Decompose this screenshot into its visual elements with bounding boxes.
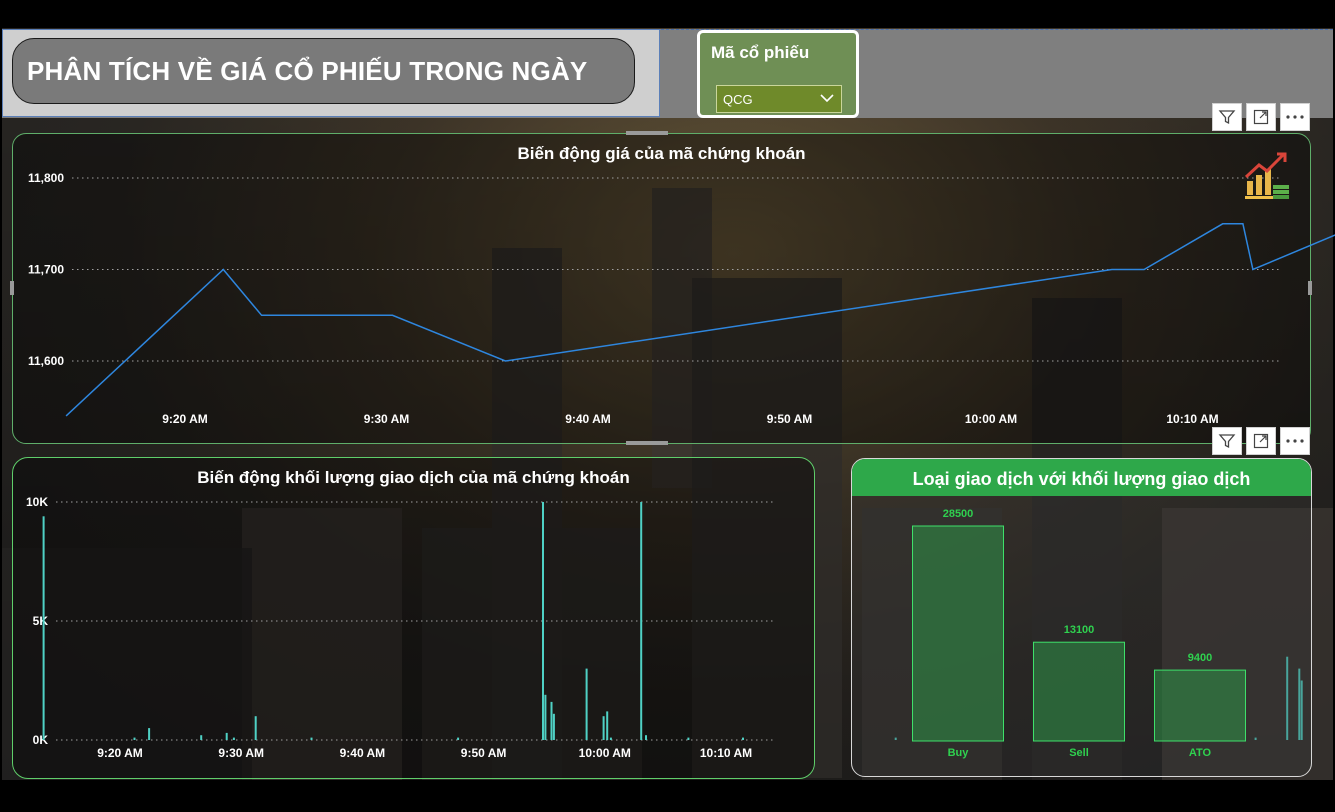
trade-type-bar: [912, 525, 1004, 742]
trade-type-bar: [1154, 669, 1246, 742]
trade-type-bar: [1033, 641, 1125, 742]
trade-type-value-label: 28500: [943, 508, 974, 520]
trade-type-category-label: Sell: [1069, 747, 1089, 759]
trade-type-value-label: 13100: [1064, 624, 1095, 636]
page-tabs-bar: [0, 796, 1335, 812]
trade-type-category-label: ATO: [1189, 747, 1212, 759]
trade-type-value-label: 9400: [1188, 652, 1212, 664]
trade-type-bar-chart: 28500 Buy 13100 Sell 9400 ATO: [912, 508, 1246, 759]
trade-type-category-label: Buy: [948, 747, 970, 759]
